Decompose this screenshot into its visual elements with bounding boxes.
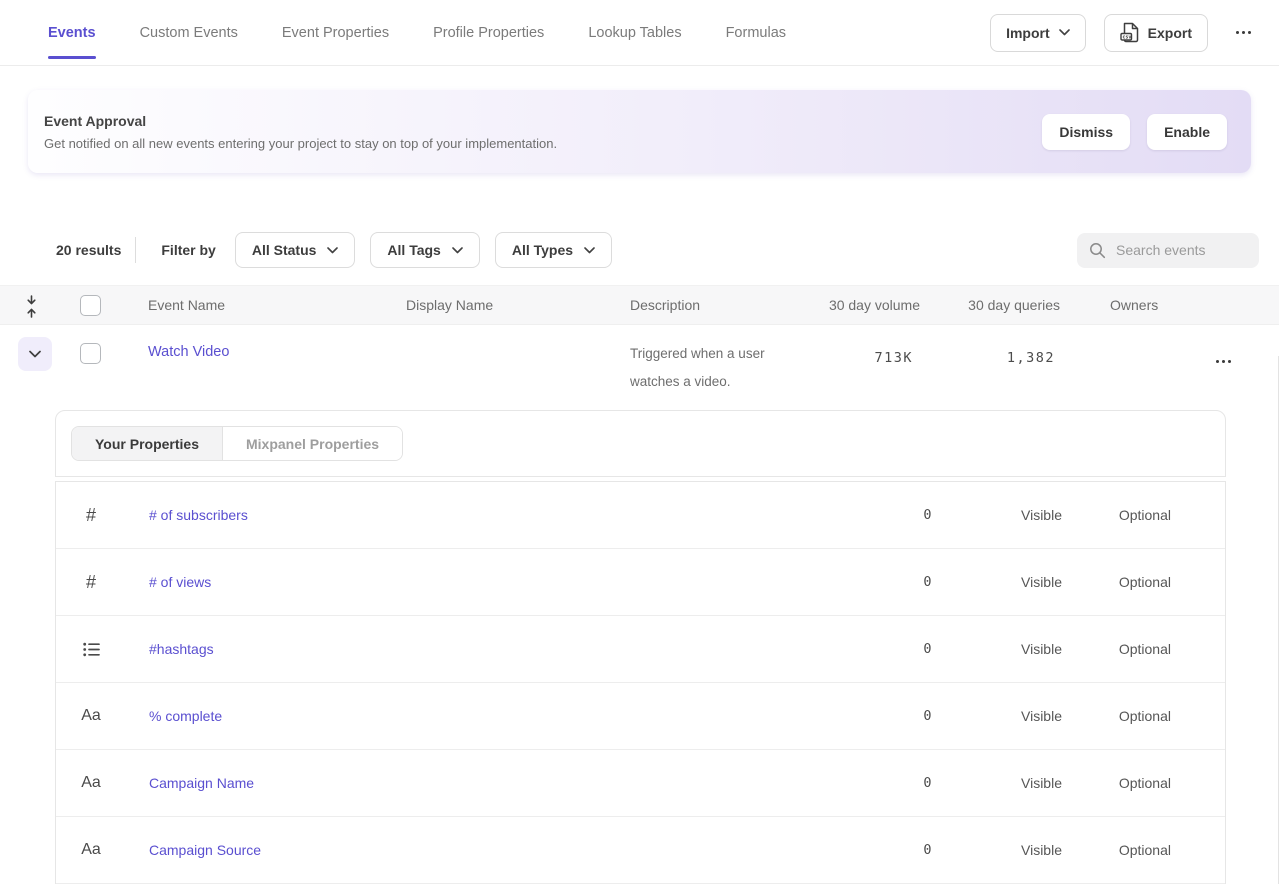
event-row-watch-video: Watch Video Triggered when a user watche…: [0, 326, 1279, 411]
banner-subtitle: Get notified on all new events entering …: [44, 136, 557, 151]
property-visibility: Visible: [1021, 842, 1062, 858]
search-events-box: [1077, 233, 1259, 268]
property-query-count: 0: [923, 507, 933, 523]
property-row: # # of views 0 Visible Optional: [56, 549, 1225, 616]
property-requirement: Optional: [1119, 507, 1171, 523]
csv-file-icon: csv: [1120, 22, 1139, 43]
property-visibility: Visible: [1021, 574, 1062, 590]
types-filter-dropdown[interactable]: All Types: [495, 232, 612, 268]
number-type-icon: #: [76, 482, 106, 548]
list-type-icon: [76, 616, 106, 682]
top-navigation: Events Custom Events Event Properties Pr…: [0, 0, 1279, 66]
tab-profile-properties[interactable]: Profile Properties: [433, 21, 544, 45]
row-expander-button[interactable]: [18, 337, 52, 371]
property-requirement: Optional: [1119, 708, 1171, 724]
property-name-link[interactable]: # of subscribers: [149, 507, 248, 523]
property-query-count: 0: [923, 775, 933, 791]
import-button-label: Import: [1006, 25, 1050, 41]
column-30-day-volume[interactable]: 30 day volume: [829, 286, 920, 324]
property-row: Aa % complete 0 Visible Optional: [56, 683, 1225, 750]
event-description: Triggered when a user watches a video.: [630, 340, 790, 396]
property-visibility: Visible: [1021, 708, 1062, 724]
banner-title: Event Approval: [44, 113, 557, 129]
tags-filter-label: All Tags: [387, 242, 440, 258]
svg-text:csv: csv: [1122, 35, 1131, 41]
chevron-down-icon: [452, 247, 463, 254]
tab-formulas[interactable]: Formulas: [726, 21, 786, 45]
text-type-icon: Aa: [76, 683, 106, 749]
filter-bar: 20 results Filter by All Status All Tags…: [56, 232, 1259, 268]
property-query-count: 0: [923, 842, 933, 858]
property-requirement: Optional: [1119, 775, 1171, 791]
tab-your-properties[interactable]: Your Properties: [72, 427, 223, 460]
property-visibility: Visible: [1021, 507, 1062, 523]
property-requirement: Optional: [1119, 842, 1171, 858]
row-more-menu-icon[interactable]: [1212, 352, 1235, 371]
properties-tab-switcher: Your Properties Mixpanel Properties: [71, 426, 403, 461]
banner-text: Event Approval Get notified on all new e…: [44, 113, 557, 151]
types-filter-label: All Types: [512, 242, 573, 258]
properties-panel-header: Your Properties Mixpanel Properties: [55, 410, 1226, 477]
export-button-label: Export: [1148, 25, 1192, 41]
property-visibility: Visible: [1021, 641, 1062, 657]
divider: [135, 237, 136, 263]
lexicon-tabs: Events Custom Events Event Properties Pr…: [48, 21, 786, 45]
text-type-icon: Aa: [76, 817, 106, 883]
events-table-header: Event Name Display Name Description 30 d…: [0, 285, 1279, 325]
property-row: Aa Campaign Source 0 Visible Optional: [56, 817, 1225, 884]
search-icon: [1089, 242, 1106, 259]
property-visibility: Visible: [1021, 775, 1062, 791]
tab-lookup-tables[interactable]: Lookup Tables: [588, 21, 681, 45]
tab-events[interactable]: Events: [48, 21, 96, 45]
status-filter-dropdown[interactable]: All Status: [235, 232, 356, 268]
event-30-day-queries: 1,382: [1007, 350, 1055, 366]
property-name-link[interactable]: Campaign Source: [149, 842, 261, 858]
property-row: # # of subscribers 0 Visible Optional: [56, 482, 1225, 549]
collapse-all-icon[interactable]: [25, 295, 38, 318]
column-owners[interactable]: Owners: [1110, 286, 1158, 324]
tags-filter-dropdown[interactable]: All Tags: [370, 232, 479, 268]
tab-event-properties[interactable]: Event Properties: [282, 21, 389, 45]
property-query-count: 0: [923, 574, 933, 590]
chevron-down-icon: [1059, 29, 1070, 36]
column-display-name[interactable]: Display Name: [406, 286, 493, 324]
text-type-icon: Aa: [76, 750, 106, 816]
column-event-name[interactable]: Event Name: [148, 286, 225, 324]
property-query-count: 0: [923, 708, 933, 724]
results-count: 20 results: [56, 242, 121, 258]
event-name-link[interactable]: Watch Video: [148, 344, 229, 360]
column-description[interactable]: Description: [630, 286, 700, 324]
property-query-count: 0: [923, 641, 933, 657]
property-requirement: Optional: [1119, 574, 1171, 590]
row-checkbox[interactable]: [80, 343, 101, 364]
import-button[interactable]: Import: [990, 14, 1086, 52]
column-30-day-queries[interactable]: 30 day queries: [968, 286, 1060, 324]
banner-actions: Dismiss Enable: [1042, 114, 1227, 150]
property-name-link[interactable]: Campaign Name: [149, 775, 254, 791]
filter-by-label: Filter by: [161, 242, 215, 258]
tab-custom-events[interactable]: Custom Events: [140, 21, 238, 45]
property-name-link[interactable]: #hashtags: [149, 641, 214, 657]
property-name-link[interactable]: # of views: [149, 574, 211, 590]
dismiss-button[interactable]: Dismiss: [1042, 114, 1130, 150]
property-requirement: Optional: [1119, 641, 1171, 657]
properties-list: # # of subscribers 0 Visible Optional # …: [55, 481, 1226, 884]
enable-button[interactable]: Enable: [1147, 114, 1227, 150]
select-all-checkbox[interactable]: [80, 295, 101, 316]
number-type-icon: #: [76, 549, 106, 615]
property-name-link[interactable]: % complete: [149, 708, 222, 724]
chevron-down-icon: [584, 247, 595, 254]
property-row: #hashtags 0 Visible Optional: [56, 616, 1225, 683]
nav-more-menu-icon[interactable]: [1232, 23, 1255, 42]
event-approval-banner: Event Approval Get notified on all new e…: [28, 90, 1251, 173]
chevron-down-icon: [327, 247, 338, 254]
export-button[interactable]: csv Export: [1104, 14, 1208, 52]
tab-mixpanel-properties[interactable]: Mixpanel Properties: [223, 427, 402, 460]
property-row: Aa Campaign Name 0 Visible Optional: [56, 750, 1225, 817]
status-filter-label: All Status: [252, 242, 317, 258]
chevron-down-icon: [29, 350, 41, 358]
nav-actions: Import csv Export: [990, 14, 1255, 52]
search-events-input[interactable]: [1116, 242, 1246, 258]
event-30-day-volume: 713K: [874, 350, 913, 366]
